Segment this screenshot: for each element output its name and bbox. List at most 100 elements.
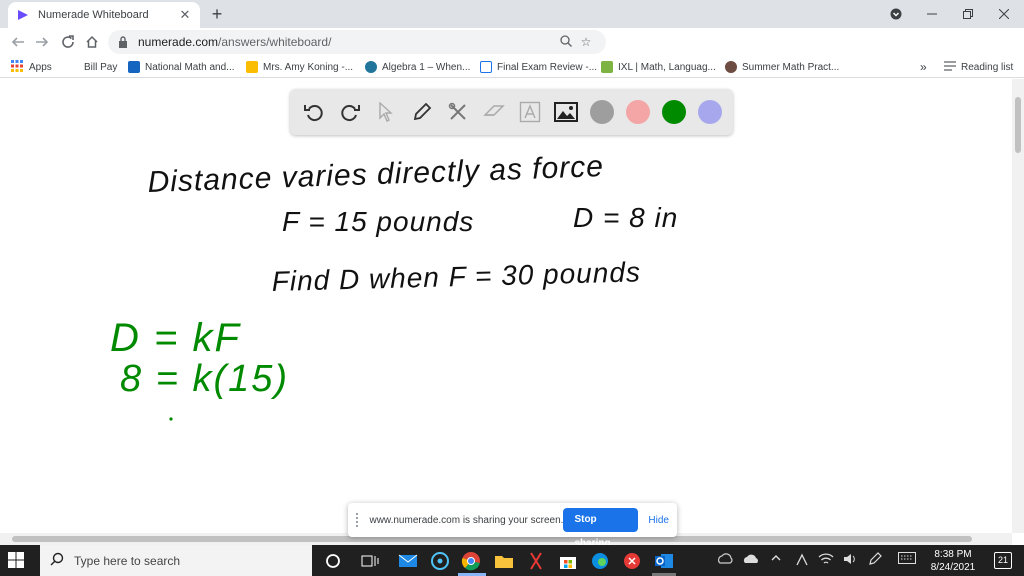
notification-center-button[interactable]: 21 [994,552,1012,569]
tab-search-icon[interactable] [878,0,914,28]
back-button[interactable] [8,32,28,52]
color-green-swatch[interactable] [662,100,686,124]
clock-time: 8:38 PM [934,549,972,560]
color-lavender-swatch[interactable] [698,100,722,124]
pen-icon[interactable] [410,100,434,124]
apps-grid-icon [11,59,23,75]
tools-icon[interactable] [446,100,470,124]
numerade-logo-icon [16,8,30,22]
volume-icon[interactable] [843,552,859,569]
url-text: numerade.com/answers/whiteboard/ [138,35,556,49]
forward-button[interactable] [32,32,52,52]
bookmarks-overflow-button[interactable]: » [920,60,927,74]
keyboard-icon[interactable] [898,552,916,567]
bookmark-favicon-icon [725,61,737,73]
text-icon[interactable] [518,100,542,124]
green-handwriting: D = kF 8 = k(15) [110,316,287,421]
wordpress-icon [365,61,377,73]
hide-button[interactable]: Hide [648,515,669,526]
bookmark-label: Algebra 1 – When... [382,61,471,73]
windows-start-icon[interactable] [8,552,26,570]
outlook-icon[interactable] [652,549,676,573]
bookmark-label: Final Exam Review -... [497,61,598,73]
black-handwriting: Distance varies directly as force Distan… [147,150,677,297]
new-tab-button[interactable]: + [207,4,227,24]
mail-app-icon[interactable] [396,549,420,573]
screen-share-bar: www.numerade.com is sharing your screen.… [348,503,677,549]
close-tab-icon[interactable]: ✕ [178,8,192,22]
handwritten-force-value: F = 15 pounds [282,206,474,237]
cursor-icon[interactable] [374,100,398,124]
url-path: /answers/whiteboard/ [218,35,332,49]
taskbar-clock[interactable]: 8:38 PM 8/24/2021 [920,548,986,574]
bookmark-algebra-1[interactable]: Algebra 1 – When... [365,60,470,74]
restore-button[interactable] [950,0,986,28]
vertical-scroll-thumb[interactable] [1015,97,1021,153]
whiteboard-canvas[interactable]: Distance varies directly as force Distan… [0,79,1012,533]
onedrive-icon[interactable] [742,552,760,567]
edge-icon[interactable] [588,549,612,573]
bookmark-label: IXL | Math, Languag... [618,61,716,73]
bookmark-label: Apps [29,61,52,73]
bookmark-ixl[interactable]: IXL | Math, Languag... [601,60,716,74]
clock-date: 8/24/2021 [930,562,976,573]
tab-strip: Numerade Whiteboard ✕ + [0,0,1024,28]
windows-taskbar: Type here to search 8:38 PM 8/24/2021 21 [0,545,1024,576]
color-pink-swatch[interactable] [626,100,650,124]
snip-tool-icon[interactable] [524,549,548,573]
share-message: www.numerade.com is sharing your screen. [369,514,564,526]
handwritten-d-equals-kf: D = kF [110,316,241,360]
app-red-icon[interactable] [620,549,644,573]
bookmark-apps[interactable]: Apps [11,59,52,75]
home-button[interactable] [82,32,102,52]
eraser-icon[interactable] [482,100,506,124]
reading-list-icon [944,60,956,74]
reading-list-label: Reading list [961,61,1014,73]
weather-icon[interactable] [717,552,733,567]
chevron-up-icon[interactable] [770,552,782,567]
handwritten-find-d: Find D when F = 30 pounds [271,256,641,297]
url-host: numerade.com [138,35,219,49]
taskbar-search-box[interactable]: Type here to search [40,545,312,576]
redo-icon[interactable] [338,100,362,124]
tab-numerade-whiteboard[interactable]: Numerade Whiteboard ✕ [8,2,200,28]
color-gray-swatch[interactable] [590,100,614,124]
wifi-icon[interactable] [818,552,834,569]
bookmark-national-math[interactable]: National Math and... [128,60,235,74]
bookmark-label: Bill Pay [84,61,118,73]
cortana-icon[interactable] [321,549,345,573]
bookmark-summer-math[interactable]: Summer Math Pract... [725,60,839,74]
handwritten-line-distance-varies: Distance varies directly as force [147,150,604,199]
close-window-button[interactable] [986,0,1022,28]
whiteboard-toolbar [290,89,733,135]
undo-icon[interactable] [302,100,326,124]
lock-icon[interactable] [118,36,132,48]
minimize-button[interactable] [914,0,950,28]
reload-button[interactable] [58,32,78,52]
stop-sharing-button[interactable]: Stop sharing [563,508,639,549]
drag-handle-icon[interactable] [356,513,361,527]
task-view-icon[interactable] [358,549,382,573]
reading-list-button[interactable]: Reading list [944,60,1013,74]
bookmark-mrs-amy-koning[interactable]: Mrs. Amy Koning -... [246,60,353,74]
bookmarks-bar: Apps Bill Pay National Math and... Mrs. … [0,56,1024,78]
bookmark-label: Summer Math Pract... [742,61,840,73]
zoom-icon[interactable] [556,34,576,50]
image-icon[interactable] [554,100,578,124]
pen-workspace-icon[interactable] [868,552,882,569]
bookmark-favicon-icon [128,61,140,73]
bookmark-label: Mrs. Amy Koning -... [263,61,354,73]
store-icon[interactable] [556,549,580,573]
bookmark-favicon-icon [246,61,258,73]
media-app-icon[interactable] [428,549,452,573]
file-explorer-icon[interactable] [492,549,516,573]
bookmark-label: National Math and... [145,61,235,73]
vertical-scrollbar[interactable] [1012,79,1024,533]
bookmark-star-icon[interactable]: ☆ [576,35,596,49]
whiteboard-page: Distance varies directly as force Distan… [0,79,1012,533]
bookmark-final-exam-review[interactable]: Final Exam Review -... [480,60,597,74]
address-bar[interactable]: numerade.com/answers/whiteboard/ ☆ [108,30,606,54]
bookmark-bill-pay[interactable]: Bill Pay [84,60,117,74]
chrome-icon[interactable] [459,549,483,573]
people-icon[interactable] [795,552,809,569]
